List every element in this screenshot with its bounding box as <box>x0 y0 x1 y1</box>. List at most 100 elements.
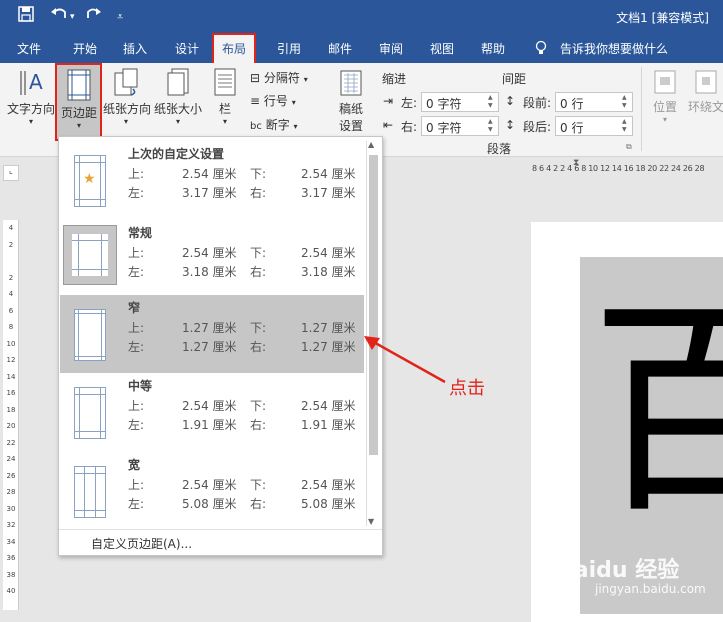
tab-review[interactable]: 审阅 <box>379 40 403 57</box>
text-direction-button[interactable]: A 文字方向 ▾ <box>6 67 56 126</box>
ruler-mark: 36 <box>6 554 16 562</box>
tab-home[interactable]: 开始 <box>73 40 97 57</box>
columns-icon <box>214 68 236 96</box>
paragraph-group-label: 段落 <box>487 142 512 156</box>
right-label: 右: <box>250 186 267 200</box>
tell-me-search[interactable]: 告诉我你想要做什么 <box>560 40 668 57</box>
orientation-button[interactable]: 纸张方向 ▾ <box>103 67 151 126</box>
tab-references[interactable]: 引用 <box>277 40 301 57</box>
ruler-mark: 26 <box>6 471 16 480</box>
margin-option-2[interactable]: 窄上: 1.27 厘米 下: 1.27 厘米 左: 1.27 厘米 右: 1.27 厘米 <box>60 295 364 373</box>
ruler-mark: 30 <box>6 504 16 513</box>
bottom-label: 下: <box>250 321 267 335</box>
ruler-mark: 38 <box>6 570 16 579</box>
space-after-field[interactable]: 0 行 ▲ ▼ <box>555 116 633 136</box>
save-icon[interactable] <box>18 6 34 26</box>
size-button[interactable]: 纸张大小 ▾ <box>154 67 202 126</box>
indent-right-field[interactable]: 0 字符 ▲ ▼ <box>421 116 499 136</box>
vertical-ruler: 4 2 2 4 6 8 10 12 14 16 18 20 22 24 26 28 30 32 34 36 38 40 <box>3 220 19 610</box>
tab-view[interactable]: 视图 <box>430 40 454 57</box>
tab-help[interactable]: 帮助 <box>481 40 505 57</box>
bottom-label: 下: <box>250 478 267 492</box>
watermark-brand: Baidu 经验 <box>557 558 680 583</box>
position-button[interactable]: 位置 ▾ <box>648 69 682 124</box>
text-direction-label: 文字方向 <box>6 102 55 116</box>
space-before-icon: ↕ <box>505 94 516 108</box>
margin-option-3[interactable]: 中等 上: 2.54 厘米 下: 2.54 厘米 左: 1.91 厘米 右: 1.91 厘米 <box>60 373 364 451</box>
ruler-mark: 4 <box>8 290 14 298</box>
top-value: 2.54 厘米 <box>182 399 237 413</box>
horizontal-ruler-scale: 8 6 4 2 2 4 6 8 10 12 14 16 18 20 22 24 … <box>532 164 705 173</box>
customize-icon[interactable]: ⩡ <box>117 10 123 24</box>
horizontal-ruler: 8 6 4 2 2 4 6 8 10 12 14 16 18 20 22 24 … <box>530 158 723 178</box>
hyphenation-button[interactable]: bc 断字 ▾ <box>250 116 298 133</box>
tab-file[interactable]: 文件 <box>17 40 41 57</box>
left-value: 1.91 厘米 <box>182 418 237 432</box>
scrollbar-thumb[interactable] <box>369 155 378 455</box>
line-numbers-button[interactable]: ≡ 行号 ▾ <box>250 92 296 109</box>
breaks-label: 分隔符 <box>263 71 300 85</box>
ribbon-tabs: 文件 开始 插入 设计 布局 引用 邮件 审阅 视图 帮助 告诉我你想要做什么 <box>0 33 723 65</box>
draft-settings-button[interactable]: 稿纸 设置 <box>334 69 368 134</box>
margin-option-name: 宽 <box>128 458 141 472</box>
space-after-spinner-icon[interactable]: ▲ ▼ <box>622 118 631 134</box>
line-numbers-dropdown-icon: ▾ <box>291 98 296 107</box>
document-text[interactable]: 百 <box>590 297 723 527</box>
indent-right-icon: ⇤ <box>383 118 394 132</box>
tab-selector[interactable]: ⌞ <box>3 165 19 181</box>
scroll-down-icon[interactable]: ▼ <box>368 517 374 526</box>
columns-button[interactable]: 栏 ▾ <box>212 67 238 126</box>
annotation-arrow-icon <box>364 336 446 384</box>
indent-marker-icon[interactable]: ⧗ <box>573 158 579 168</box>
margin-option-1[interactable]: 常规 上: 2.54 厘米 下: 2.54 厘米 左: 3.18 厘米 右: 3.18 厘米 <box>60 220 364 298</box>
ruler-mark: 20 <box>6 422 16 430</box>
tab-design[interactable]: 设计 <box>175 40 199 57</box>
right-value: 3.17 厘米 <box>301 186 356 200</box>
wrap-text-button[interactable]: 环绕文 <box>686 69 723 115</box>
indent-left-icon: ⇥ <box>383 94 394 108</box>
indent-left-field[interactable]: 0 字符 ▲ ▼ <box>421 92 499 112</box>
ruler-mark: 18 <box>6 405 16 414</box>
margin-guide-line <box>75 394 105 395</box>
margin-option-name: 中等 <box>128 379 153 393</box>
orientation-dropdown-icon: ▾ <box>123 117 128 126</box>
space-before-label: 段前: <box>523 96 552 110</box>
tab-insert[interactable]: 插入 <box>123 40 147 57</box>
margin-option-4[interactable]: 宽上: 2.54 厘米 下: 2.54 厘米 左: 5.08 厘米 右: 5.08 厘米 <box>60 452 364 530</box>
line-numbers-icon: ≡ <box>250 94 261 108</box>
wrap-text-label: 环绕文 <box>687 100 723 114</box>
margin-guide-line <box>75 510 105 511</box>
space-after-value: 0 行 <box>560 121 584 135</box>
indent-right-label: 右: <box>401 120 418 134</box>
indent-left-spinner-icon[interactable]: ▲ ▼ <box>488 94 497 110</box>
indent-right-spinner-icon[interactable]: ▲ ▼ <box>488 118 497 134</box>
tab-layout[interactable]: 布局 <box>211 33 257 65</box>
size-dropdown-icon: ▾ <box>175 117 180 126</box>
wide-margins-icon <box>74 466 106 518</box>
space-before-spinner-icon[interactable]: ▲ ▼ <box>622 94 631 110</box>
redo-icon[interactable] <box>86 6 102 26</box>
hyphenation-dropdown-icon: ▾ <box>293 122 298 131</box>
tab-mailings[interactable]: 邮件 <box>328 40 352 57</box>
top-value: 1.27 厘米 <box>182 321 237 335</box>
star-page-icon: ★ <box>74 155 106 207</box>
margin-option-0[interactable]: ★ 上次的自定义设置 上: 2.54 厘米 下: 2.54 厘米 左: 3.17 厘米 右: 3.… <box>60 141 364 219</box>
custom-margins-item[interactable]: 自定义页边距(A)... <box>91 535 192 552</box>
ruler-mark: 4 <box>8 224 14 232</box>
watermark-url: jingyan.baidu.com <box>595 582 706 596</box>
left-value: 1.27 厘米 <box>182 340 237 354</box>
breaks-button[interactable]: ⊟ 分隔符 ▾ <box>250 69 308 86</box>
wrap-text-icon <box>695 70 717 94</box>
left-value: 3.17 厘米 <box>182 186 237 200</box>
undo-dropdown-icon[interactable]: ▾ <box>70 12 75 22</box>
ruler-mark: 10 <box>6 339 16 348</box>
document-title: 文档1 [兼容模式] <box>616 11 709 25</box>
right-label: 右: <box>250 497 267 511</box>
paragraph-dialog-launcher-icon[interactable]: ⧉ <box>626 142 632 152</box>
scroll-up-icon[interactable]: ▲ <box>368 140 374 149</box>
space-before-field[interactable]: 0 行 ▲ ▼ <box>555 92 633 112</box>
undo-icon[interactable] <box>50 6 68 26</box>
position-icon <box>654 70 676 94</box>
top-label: 上: <box>128 478 145 492</box>
right-value: 5.08 厘米 <box>301 497 356 511</box>
